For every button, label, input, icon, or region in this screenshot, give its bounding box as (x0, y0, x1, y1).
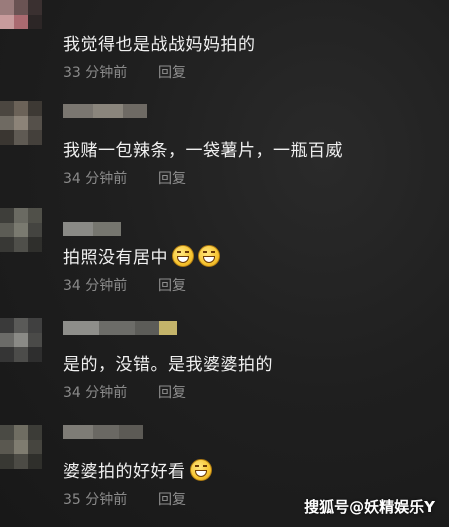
avatar[interactable] (0, 0, 42, 30)
reply-button[interactable]: 回复 (158, 278, 186, 294)
comment-text: 我觉得也是战战妈妈拍的 (63, 35, 256, 55)
avatar[interactable] (0, 425, 42, 469)
comment-meta: 34 分钟前 回复 (63, 382, 186, 402)
avatar[interactable] (0, 318, 42, 362)
comment-time: 33 分钟前 (63, 65, 128, 81)
reply-button[interactable]: 回复 (158, 65, 186, 81)
avatar[interactable] (0, 208, 42, 252)
username-blurred[interactable] (63, 104, 147, 118)
grin-emoji-icon (172, 244, 194, 267)
watermark: 搜狐号@妖精娱乐Y (304, 498, 435, 516)
comment-time: 34 分钟前 (63, 278, 128, 294)
comment-text: 是的，没错。是我婆婆拍的 (63, 355, 273, 375)
comment-time: 35 分钟前 (63, 492, 128, 508)
comment-text: 我赌一包辣条，一袋薯片，一瓶百威 (63, 141, 343, 161)
grin-emoji-icon (198, 244, 220, 267)
reply-button[interactable]: 回复 (158, 171, 186, 187)
comment-meta: 35 分钟前 回复 (63, 489, 186, 509)
username-blurred[interactable] (63, 321, 177, 335)
reply-button[interactable]: 回复 (158, 385, 186, 401)
username-blurred[interactable] (63, 425, 143, 439)
comment-meta: 34 分钟前 回复 (63, 275, 186, 295)
comment-meta: 33 分钟前 回复 (63, 62, 186, 82)
comment-text: 婆婆拍的好好看 (63, 457, 212, 482)
grin-emoji-icon (189, 458, 212, 481)
comment-meta: 34 分钟前 回复 (63, 168, 186, 188)
comment-time: 34 分钟前 (63, 171, 128, 187)
comment-time: 34 分钟前 (63, 385, 128, 401)
reply-button[interactable]: 回复 (158, 492, 186, 508)
avatar[interactable] (0, 101, 42, 145)
comment-text: 拍照没有居中 (63, 243, 220, 268)
username-blurred[interactable] (63, 222, 121, 236)
